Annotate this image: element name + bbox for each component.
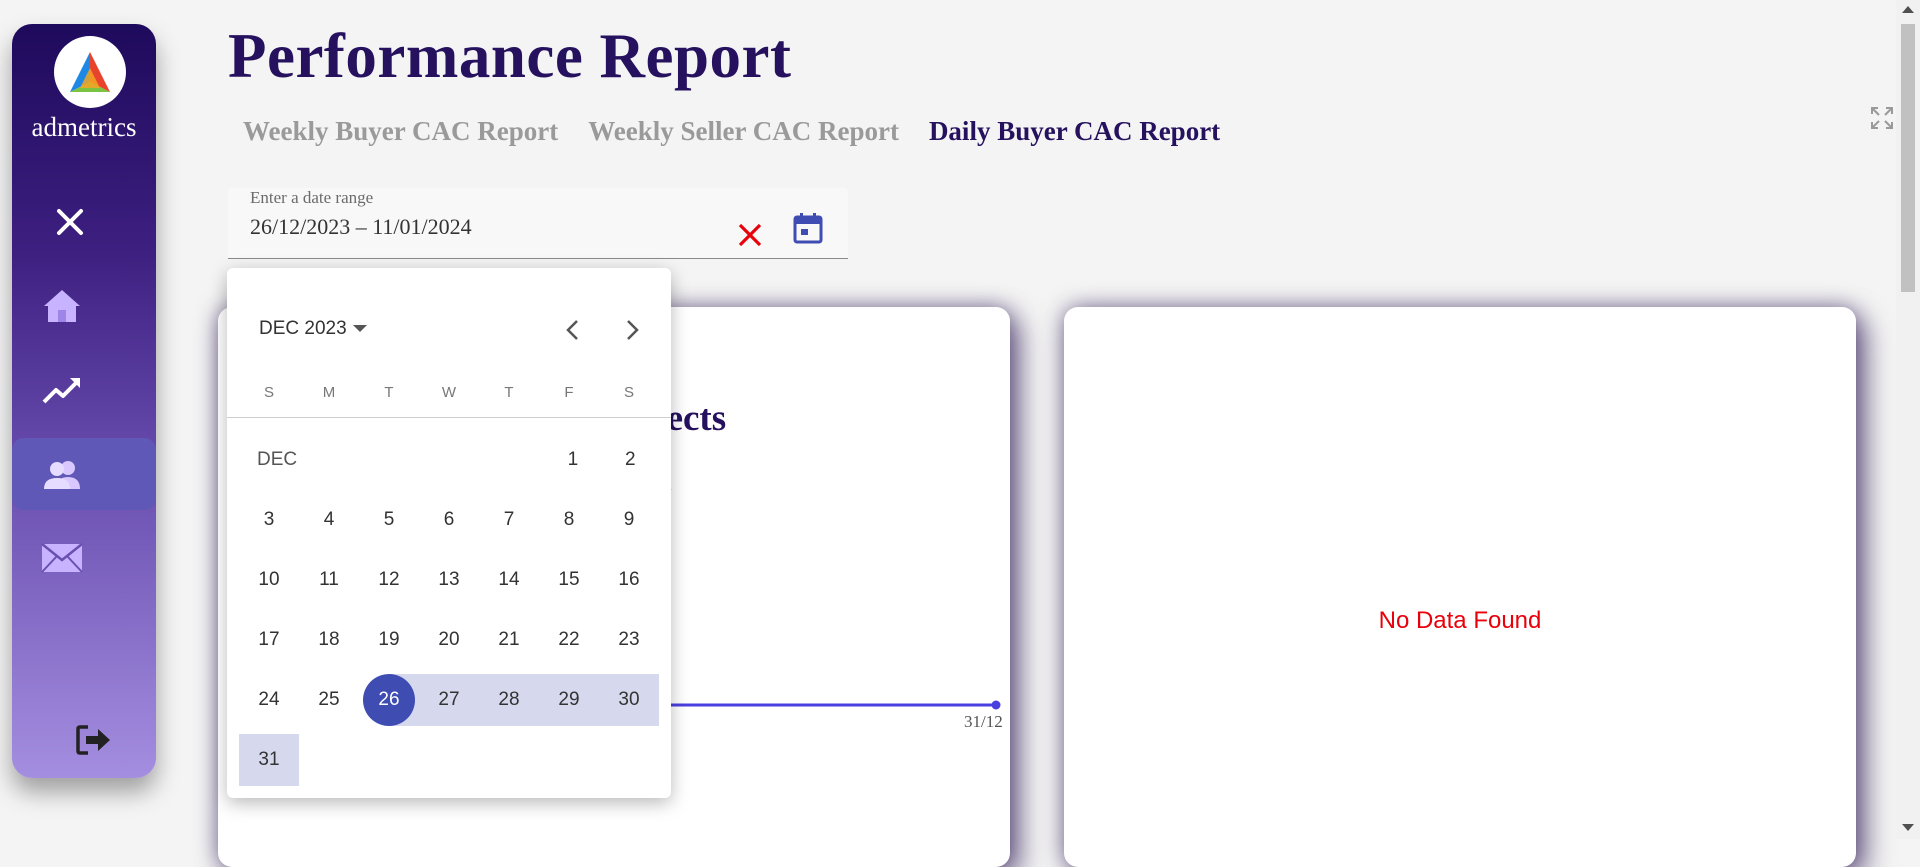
calendar-day[interactable]: 4	[299, 494, 359, 546]
page-title: Performance Report	[228, 21, 792, 91]
calendar-divider	[227, 417, 671, 418]
scroll-thumb[interactable]	[1901, 24, 1915, 292]
calendar-day[interactable]: 24	[239, 674, 299, 726]
calendar-week: 17 18 19 20 21 22 23	[239, 610, 659, 670]
weekday-label: M	[322, 384, 336, 401]
calendar-day[interactable]: 23	[599, 614, 659, 666]
clear-icon	[738, 223, 762, 247]
calendar-week: 10 11 12 13 14 15 16	[239, 550, 659, 610]
calendar-day[interactable]: 14	[479, 554, 539, 606]
brand-name: admetrics	[31, 112, 137, 142]
date-range-field[interactable]: Enter a date range 26/12/2023 – 11/01/20…	[228, 188, 848, 259]
calendar-day-in-range[interactable]: 29	[539, 674, 599, 726]
weekday-label: T	[384, 384, 394, 401]
home-icon	[40, 284, 84, 328]
weekday-label: S	[263, 384, 274, 401]
calendar-week: 31	[239, 730, 659, 790]
trending-up-icon	[40, 368, 84, 412]
calendar-grid: DEC 1 2 3 4 5 6 7 8 9 10 11 12 13 14 15 …	[239, 430, 659, 790]
sidebar-item-trends[interactable]	[12, 354, 156, 426]
calendar-day[interactable]: 15	[539, 554, 599, 606]
weekday-label: T	[504, 384, 514, 401]
calendar-day[interactable]: 21	[479, 614, 539, 666]
calendar-day[interactable]: 3	[239, 494, 299, 546]
calendar-day[interactable]: 9	[599, 494, 659, 546]
calendar-day[interactable]: 16	[599, 554, 659, 606]
sidebar-item-messages[interactable]	[12, 522, 156, 594]
date-range-calendar: DEC 2023 S M T W T F S DEC 1 2 3 4 5 6 7…	[227, 268, 671, 798]
calendar-week: DEC 1 2	[239, 430, 659, 490]
calendar-day[interactable]: 13	[419, 554, 479, 606]
calendar-day-in-range[interactable]: 28	[479, 674, 539, 726]
calendar-icon	[793, 213, 823, 244]
calendar-day[interactable]: 10	[239, 554, 299, 606]
chevron-right-icon	[627, 320, 639, 340]
calendar-day[interactable]: 12	[359, 554, 419, 606]
calendar-day-in-range[interactable]: 30	[599, 674, 659, 726]
weekday-label: F	[564, 384, 574, 401]
calendar-day-in-range[interactable]: 27	[419, 674, 479, 726]
fullscreen-icon[interactable]	[1870, 106, 1894, 130]
dropdown-arrow-icon	[352, 325, 367, 332]
period-selector-button[interactable]: DEC 2023	[259, 318, 367, 340]
weekday-header: S M T W T F S	[239, 384, 659, 401]
calendar-week: 3 4 5 6 7 8 9	[239, 490, 659, 550]
tab-daily-buyer-cac[interactable]: Daily Buyer CAC Report	[929, 116, 1220, 147]
selected-day: 26	[363, 674, 415, 726]
mail-icon	[40, 536, 84, 580]
chart-data-point	[991, 700, 1001, 710]
tab-weekly-buyer-cac[interactable]: Weekly Buyer CAC Report	[243, 116, 558, 147]
weekday-label: W	[441, 384, 457, 401]
calendar-day[interactable]: 6	[419, 494, 479, 546]
calendar-week: 24 25 26 27 28 29 30	[239, 670, 659, 730]
admetrics-logo	[54, 36, 126, 108]
calendar-day[interactable]: 25	[299, 674, 359, 726]
report-tabs: Weekly Buyer CAC Report Weekly Seller CA…	[243, 116, 1220, 147]
next-month-button[interactable]	[615, 312, 651, 348]
data-card: No Data Found	[1064, 307, 1856, 867]
month-label: DEC	[257, 449, 298, 470]
calendar-day[interactable]: 11	[299, 554, 359, 606]
calendar-day[interactable]: 8	[539, 494, 599, 546]
chevron-left-icon	[566, 320, 578, 340]
logout-icon	[76, 725, 110, 755]
calendar-day-range-start[interactable]: 26	[359, 674, 419, 726]
calendar-day[interactable]: 17	[239, 614, 299, 666]
users-icon	[40, 452, 84, 496]
logout-button[interactable]	[74, 720, 114, 760]
close-icon	[57, 209, 83, 235]
no-data-message: No Data Found	[1378, 607, 1542, 634]
calendar-day[interactable]: 19	[359, 614, 419, 666]
date-range-input[interactable]: 26/12/2023 – 11/01/2024	[250, 214, 472, 240]
calendar-day-in-range[interactable]: 31	[239, 734, 299, 786]
calendar-toggle-button[interactable]	[788, 208, 828, 248]
calendar-day[interactable]: 1	[544, 434, 601, 486]
scroll-down-arrow-icon[interactable]	[1902, 824, 1914, 831]
sidebar: admetrics	[12, 24, 156, 778]
tab-weekly-seller-cac[interactable]: Weekly Seller CAC Report	[588, 116, 899, 147]
sidebar-item-home[interactable]	[12, 270, 156, 342]
date-range-label: Enter a date range	[250, 188, 374, 207]
clear-date-button[interactable]	[733, 218, 767, 252]
x-axis-tick-label: 31/12	[964, 712, 1003, 731]
weekday-label: S	[623, 384, 634, 401]
close-sidebar-button[interactable]	[50, 202, 90, 242]
chart-series-line	[628, 700, 1001, 710]
page-scrollbar[interactable]	[1896, 0, 1920, 839]
calendar-day[interactable]: 22	[539, 614, 599, 666]
scroll-up-arrow-icon[interactable]	[1902, 6, 1914, 13]
sidebar-item-users[interactable]	[12, 438, 156, 510]
calendar-day[interactable]: 18	[299, 614, 359, 666]
calendar-day[interactable]: 5	[359, 494, 419, 546]
calendar-day[interactable]: 20	[419, 614, 479, 666]
previous-month-button[interactable]	[554, 312, 590, 348]
calendar-day[interactable]: 2	[602, 434, 659, 486]
period-label: DEC 2023	[259, 318, 347, 339]
calendar-day[interactable]: 7	[479, 494, 539, 546]
